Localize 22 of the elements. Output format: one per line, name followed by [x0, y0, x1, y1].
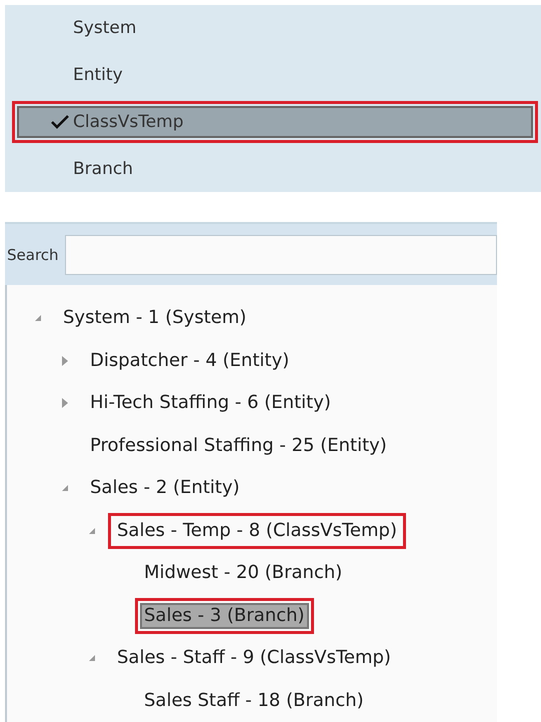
tree-item[interactable]: Professional Staffing - 25 (Entity): [81, 428, 396, 464]
tree-item[interactable]: Sales - 2 (Entity): [81, 470, 249, 506]
tree-item[interactable]: Sales - Temp - 8 (ClassVsTemp): [108, 512, 406, 549]
tree-item[interactable]: Sales Staff - 18 (Branch): [135, 682, 373, 719]
tree-item[interactable]: Sales - 3 (Branch): [135, 598, 314, 634]
menu-item[interactable]: Branch: [12, 148, 538, 190]
search-label: Search: [6, 246, 59, 264]
expanded-triangle-icon[interactable]: [87, 654, 97, 662]
menu-item[interactable]: ClassVsTemp: [12, 100, 538, 143]
tree-item[interactable]: System - 1 (System): [54, 300, 256, 336]
collapsed-triangle-icon[interactable]: [60, 356, 70, 366]
menu-item[interactable]: Entity: [12, 54, 538, 96]
tree-item[interactable]: Midwest - 20 (Branch): [135, 555, 352, 592]
expanded-triangle-icon[interactable]: [87, 526, 97, 535]
tree-item[interactable]: Dispatcher - 4 (Entity): [81, 342, 298, 379]
tree-item[interactable]: Sales - Staff - 9 (ClassVsTemp): [108, 640, 400, 676]
expanded-triangle-icon[interactable]: [33, 314, 43, 322]
menu-item[interactable]: System: [12, 7, 538, 50]
collapsed-triangle-icon[interactable]: [60, 398, 70, 408]
expanded-triangle-icon[interactable]: [60, 484, 70, 492]
search-field[interactable]: [64, 234, 497, 274]
tree-item[interactable]: Hi-Tech Staffing - 6 (Entity): [81, 385, 340, 422]
